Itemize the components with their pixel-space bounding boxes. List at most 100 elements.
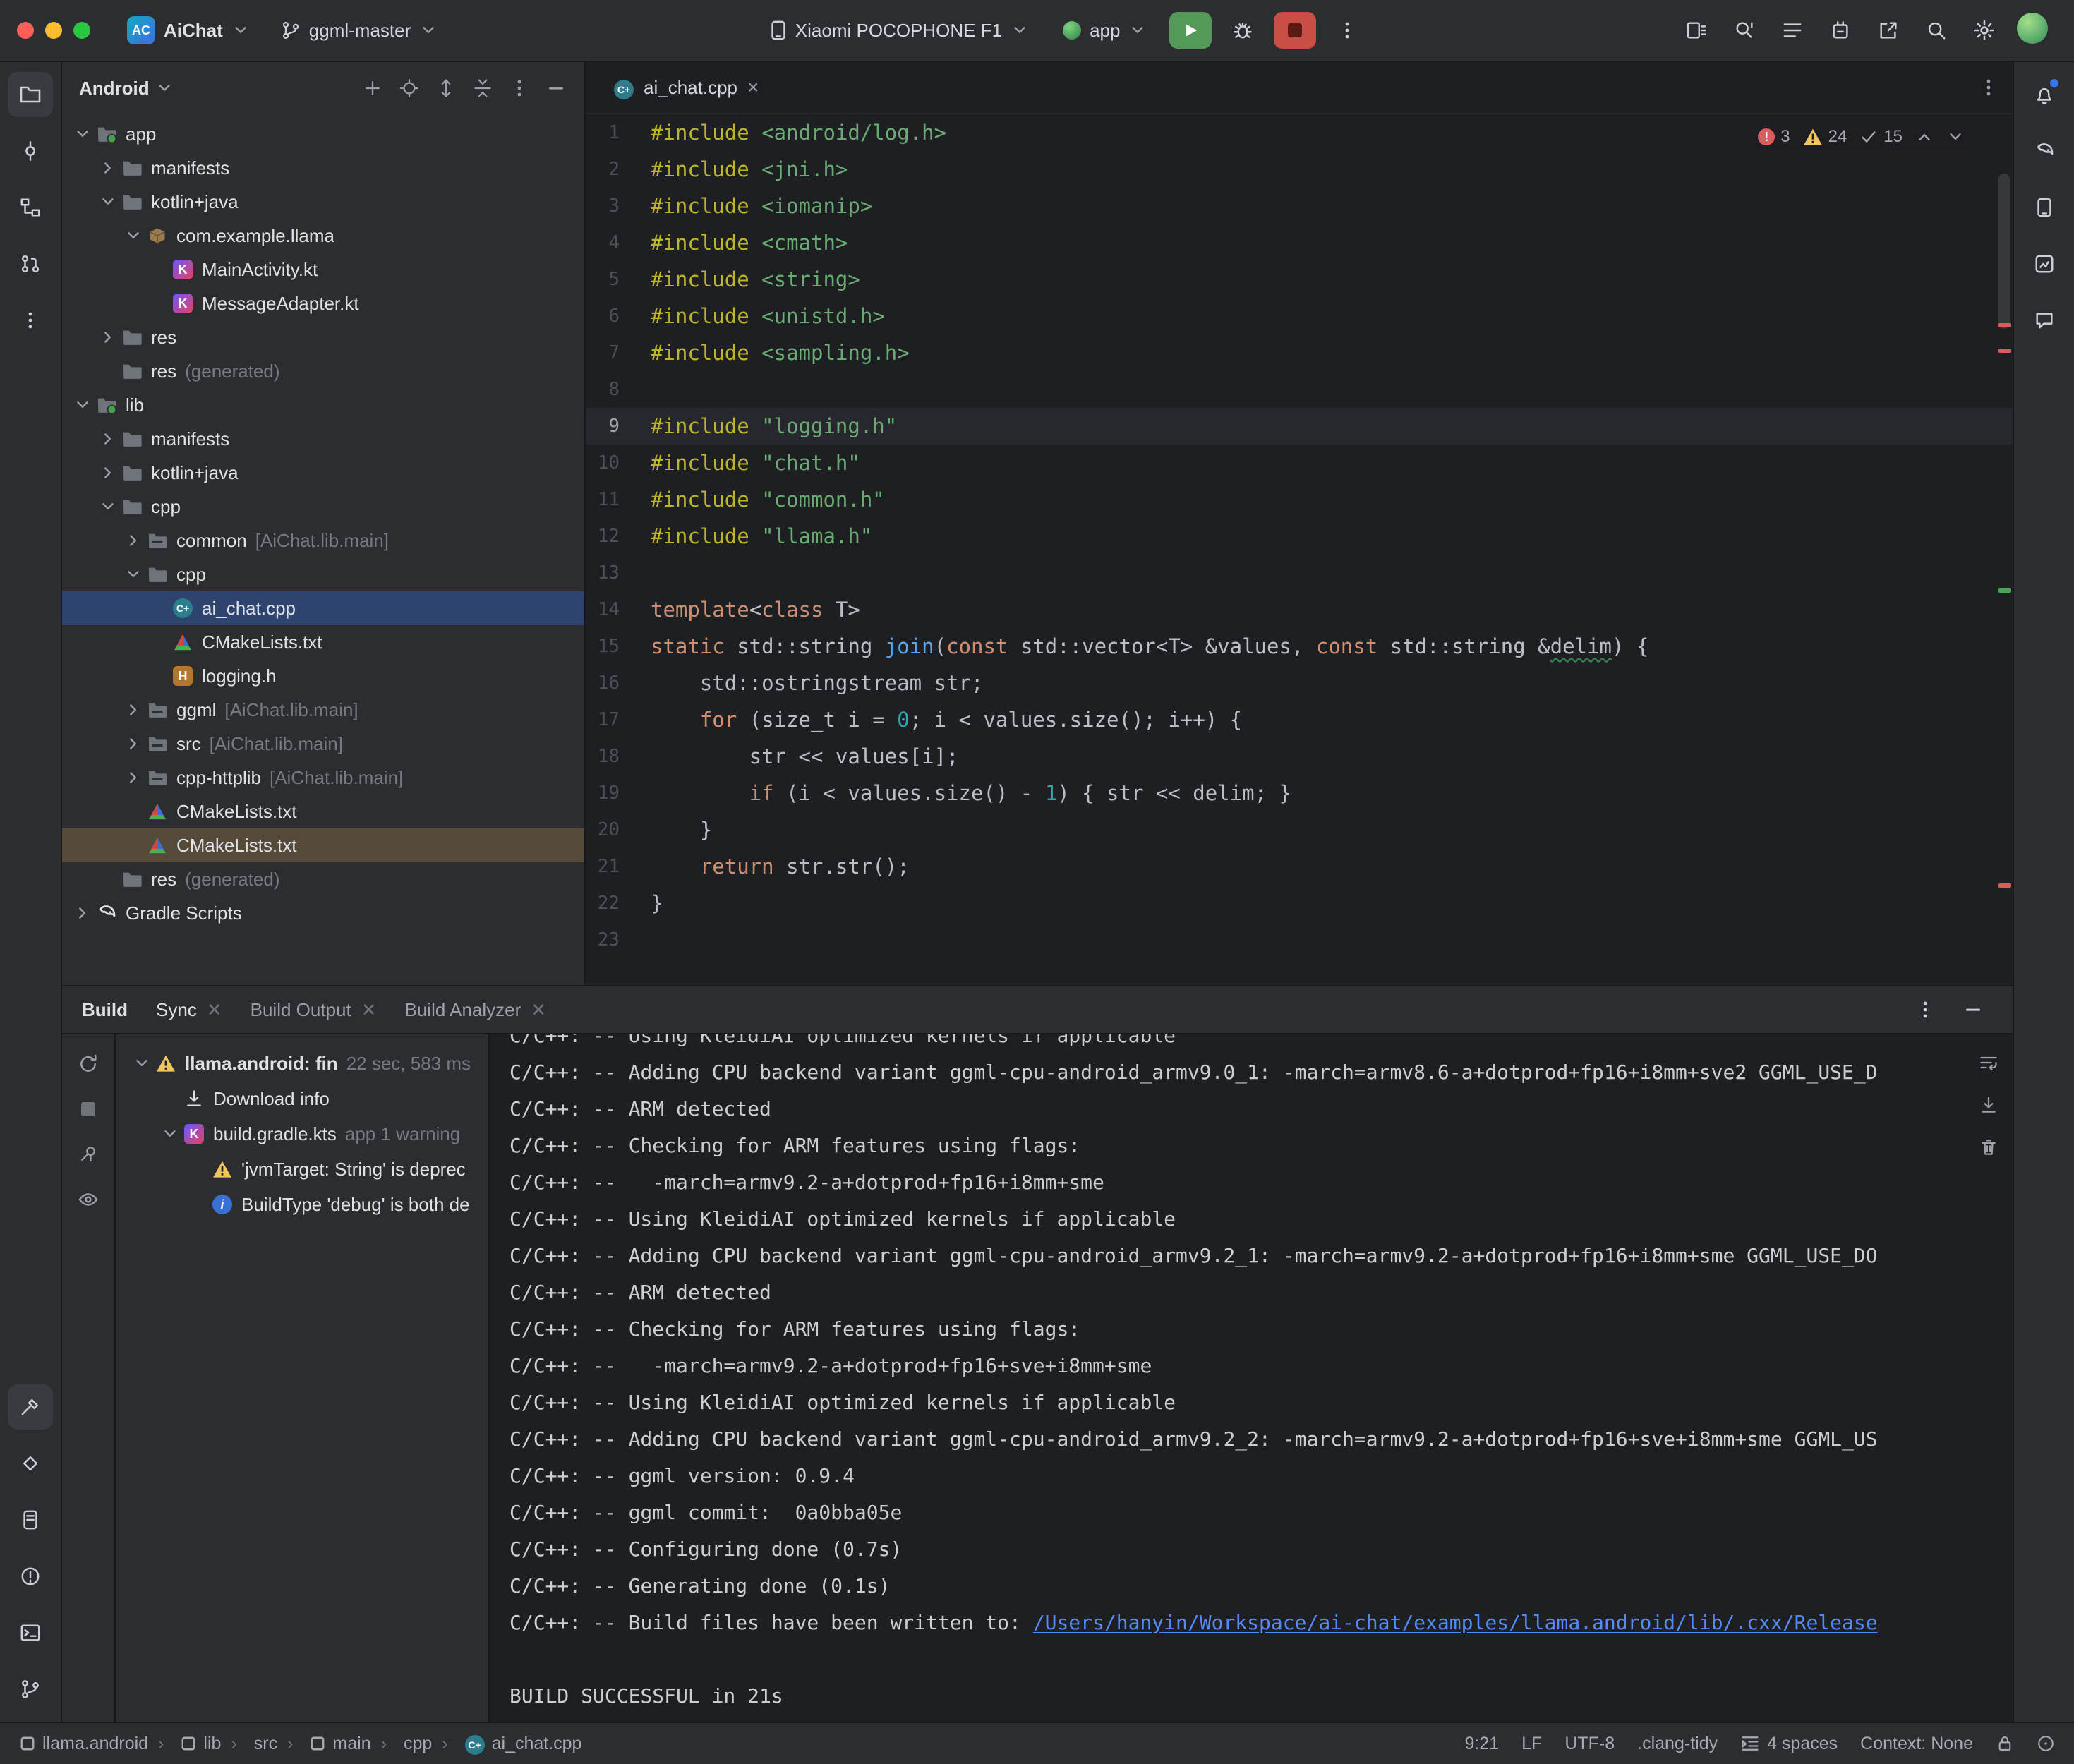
project-selector[interactable]: AC AiChat xyxy=(116,11,261,50)
tree-item[interactable]: cpp xyxy=(62,490,584,524)
code-line[interactable]: 12 #include "llama.h" xyxy=(586,518,2013,555)
breadcrumb-item[interactable]: src xyxy=(221,1734,277,1754)
breadcrumb-item[interactable]: cpp xyxy=(371,1734,433,1754)
eye-button[interactable] xyxy=(70,1181,107,1218)
build-tree-item[interactable]: Download info xyxy=(116,1081,488,1116)
trash-button[interactable] xyxy=(1972,1130,2006,1164)
more-dots-button[interactable] xyxy=(8,298,53,343)
project-folder-button[interactable] xyxy=(8,72,53,117)
branch-selector[interactable]: ggml-master xyxy=(270,14,449,47)
error-stripe-mark[interactable] xyxy=(1998,588,2011,593)
status-widget[interactable] xyxy=(1996,1734,2014,1753)
build-tree-item[interactable]: 'jvmTarget: String' is deprec xyxy=(116,1152,488,1187)
tree-item[interactable]: K MessageAdapter.kt xyxy=(62,286,584,320)
tree-chevron-icon[interactable] xyxy=(121,565,145,584)
close-window-button[interactable] xyxy=(17,22,34,39)
line-number[interactable]: 10 xyxy=(586,445,651,481)
line-number[interactable]: 13 xyxy=(586,555,651,591)
code-line[interactable]: 10 #include "chat.h" xyxy=(586,445,2013,481)
code-line[interactable]: 3 #include <iomanip> xyxy=(586,188,2013,224)
line-number[interactable]: 4 xyxy=(586,224,651,261)
code-editor[interactable]: 1 #include <android/log.h> 2 #include <j… xyxy=(586,114,2013,985)
code-line[interactable]: 11 #include "common.h" xyxy=(586,481,2013,518)
tree-item[interactable]: src [AiChat.lib.main] xyxy=(62,727,584,761)
code-line[interactable]: 8 xyxy=(586,371,2013,408)
tree-item[interactable]: res (generated) xyxy=(62,862,584,896)
tree-chevron-icon[interactable] xyxy=(96,497,120,516)
status-widget[interactable]: .clang-tidy xyxy=(1637,1734,1718,1754)
device-mirror-button[interactable] xyxy=(1677,11,1716,50)
build-tree-item[interactable]: llama.android: fin 22 sec, 583 ms xyxy=(116,1046,488,1081)
tree-item[interactable]: K MainActivity.kt xyxy=(62,253,584,286)
project-view-mode[interactable]: Android xyxy=(79,78,150,99)
find-cursor-button[interactable] xyxy=(1725,11,1764,50)
code-line[interactable]: 20 } xyxy=(586,811,2013,848)
soft-wrap-button[interactable] xyxy=(1972,1046,2006,1080)
tree-item[interactable]: cpp-httplib [AiChat.lib.main] xyxy=(62,761,584,795)
device-selector[interactable]: Xiaomi POCOPHONE F1 xyxy=(759,14,1040,47)
status-widget[interactable]: 4 spaces xyxy=(1740,1734,1838,1754)
tree-item[interactable]: CMakeLists.txt xyxy=(62,625,584,659)
tree-item[interactable]: Gradle Scripts xyxy=(62,896,584,930)
line-number[interactable]: 7 xyxy=(586,334,651,371)
build-tab[interactable]: Sync ✕ xyxy=(156,999,222,1021)
status-widget[interactable]: Context: None xyxy=(1860,1734,1973,1754)
stop-button[interactable] xyxy=(1274,12,1316,49)
code-line[interactable]: 16 std::ostringstream str; xyxy=(586,665,2013,701)
tree-chevron-icon[interactable] xyxy=(158,1125,182,1143)
tree-item[interactable]: app xyxy=(62,117,584,151)
tree-chevron-icon[interactable] xyxy=(121,701,145,719)
tree-item[interactable]: cpp xyxy=(62,557,584,591)
locate-button[interactable] xyxy=(392,71,426,105)
line-number[interactable]: 20 xyxy=(586,811,651,848)
task-list-button[interactable] xyxy=(1773,11,1812,50)
tree-item[interactable]: lib xyxy=(62,388,584,422)
code-line[interactable]: 19 if (i < values.size() - 1) { str << d… xyxy=(586,775,2013,811)
tree-chevron-icon[interactable] xyxy=(96,430,120,448)
tree-chevron-icon[interactable] xyxy=(71,125,95,143)
device-manager-button[interactable] xyxy=(2022,185,2067,230)
more-actions-button[interactable] xyxy=(1327,11,1367,50)
line-number[interactable]: 11 xyxy=(586,481,651,518)
tree-item[interactable]: kotlin+java xyxy=(62,456,584,490)
pull-requests-button[interactable] xyxy=(8,241,53,286)
tree-chevron-icon[interactable] xyxy=(71,396,95,414)
plus-button[interactable] xyxy=(356,71,390,105)
hide-button[interactable] xyxy=(539,71,573,105)
status-widget[interactable]: UTF-8 xyxy=(1564,1734,1615,1754)
line-number[interactable]: 19 xyxy=(586,775,651,811)
device-explorer-button[interactable] xyxy=(8,1497,53,1542)
run-configuration-selector[interactable]: app xyxy=(1051,14,1158,47)
passed-indicator[interactable]: 15 xyxy=(1859,127,1903,147)
stop-square-button[interactable] xyxy=(70,1091,107,1128)
build-options-button[interactable] xyxy=(1905,990,1945,1029)
tree-chevron-icon[interactable] xyxy=(96,464,120,482)
tree-chevron-icon[interactable] xyxy=(96,159,120,177)
line-number[interactable]: 22 xyxy=(586,885,651,922)
code-line[interactable]: 18 str << values[i]; xyxy=(586,738,2013,775)
errors-indicator[interactable]: ! 3 xyxy=(1758,127,1790,147)
line-number[interactable]: 1 xyxy=(586,114,651,151)
version-control-button[interactable] xyxy=(8,1667,53,1712)
assistant-button[interactable] xyxy=(2022,298,2067,343)
tree-item[interactable]: com.example.llama xyxy=(62,219,584,253)
tree-item[interactable]: H logging.h xyxy=(62,659,584,693)
tree-item[interactable]: manifests xyxy=(62,151,584,185)
tree-item[interactable]: manifests xyxy=(62,422,584,456)
tree-item[interactable]: res (generated) xyxy=(62,354,584,388)
line-number[interactable]: 14 xyxy=(586,591,651,628)
breadcrumb-item[interactable]: llama.android xyxy=(20,1734,148,1754)
sync-button[interactable] xyxy=(70,1046,107,1082)
code-line[interactable]: 9 #include "logging.h" xyxy=(586,408,2013,445)
line-number[interactable]: 9 xyxy=(586,408,651,445)
zoom-window-button[interactable] xyxy=(73,22,90,39)
editor-scrollbar[interactable] xyxy=(1998,174,2010,329)
app-insights-button[interactable] xyxy=(2022,241,2067,286)
editor-tab[interactable]: C+ ai_chat.cpp × xyxy=(597,62,776,113)
line-number[interactable]: 3 xyxy=(586,188,651,224)
tree-item[interactable]: ggml [AiChat.lib.main] xyxy=(62,693,584,727)
run-button[interactable] xyxy=(1169,12,1212,49)
plugins-button[interactable] xyxy=(1821,11,1860,50)
tree-item[interactable]: C+ ai_chat.cpp xyxy=(62,591,584,625)
line-number[interactable]: 16 xyxy=(586,665,651,701)
